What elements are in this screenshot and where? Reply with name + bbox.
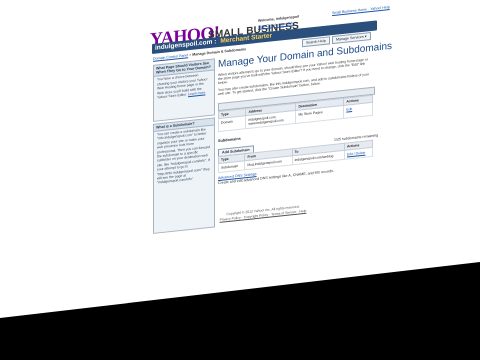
- subdomains-heading: Subdomains: [218, 136, 241, 144]
- sidebar-box-text: You have a choice between showing your v…: [157, 73, 208, 100]
- subdomain-table: Type From To Actions Subdomain blog.indu…: [218, 140, 373, 173]
- video-frame: YAHOO! SMALL BUSINESS Welcome, indulgens…: [0, 0, 480, 360]
- subdomain-box-text: You can create a subdomain like "info.in…: [157, 127, 210, 185]
- breadcrumb-link[interactable]: Domain Control Panel: [153, 53, 188, 61]
- edit-subdomain-link[interactable]: Edit / Delete: [347, 151, 365, 157]
- edit-domain-link[interactable]: Edit: [346, 107, 352, 112]
- sidebar-info-box: What Page Should Visitors See When They …: [153, 58, 215, 122]
- help-links[interactable]: Small Business Home · Yahoo! Help: [332, 5, 390, 15]
- search-help-button[interactable]: Search Help: [302, 36, 330, 47]
- learn-more-link[interactable]: Learn more: [188, 90, 205, 96]
